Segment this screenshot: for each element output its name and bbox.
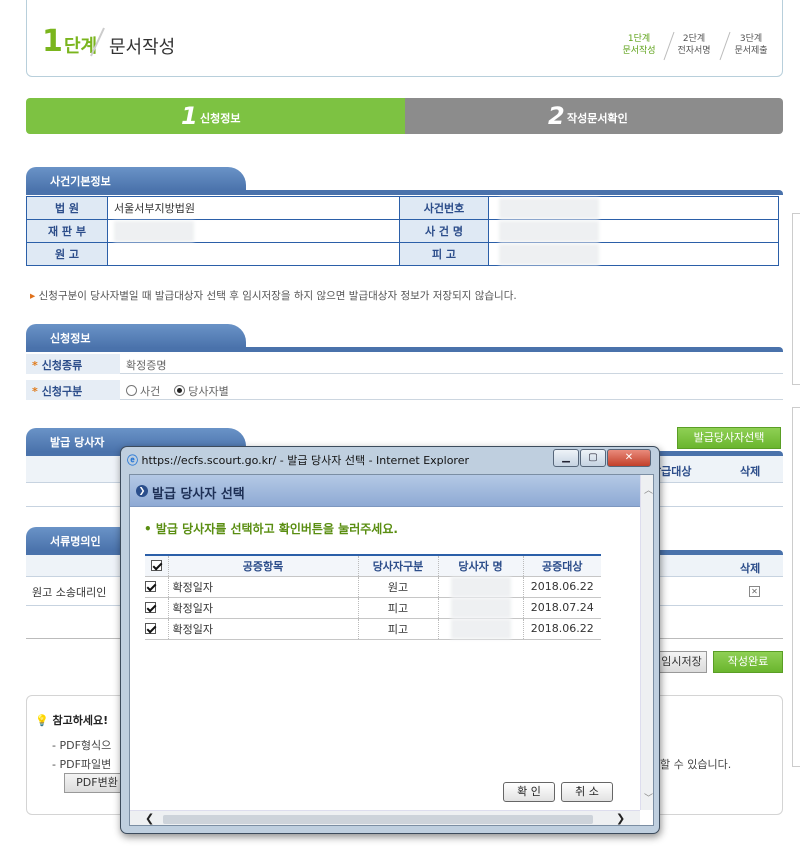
ie-icon: ⓔ xyxy=(127,454,138,467)
step-indicator-3: 3단계 문서제출 xyxy=(734,34,768,56)
row-application-type: * 신청종류 확정증명 xyxy=(26,354,783,374)
reference-tail: 할 수 있습니다. xyxy=(660,758,732,771)
required-icon: * xyxy=(32,385,38,398)
case-name-label: 사 건 명 xyxy=(399,219,489,243)
temp-save-button[interactable]: 임시저장 xyxy=(656,651,707,673)
court-label: 법 원 xyxy=(26,196,108,220)
table-row: 확정일자 원고 2018.06.22 xyxy=(145,575,601,598)
scroll-thumb xyxy=(163,815,593,824)
division-value xyxy=(107,219,400,243)
cancel-button[interactable]: 취 소 xyxy=(561,782,613,802)
lightbulb-icon: 💡 xyxy=(35,714,49,727)
section-application: 신청정보 xyxy=(26,324,246,348)
vertical-scrollbar[interactable]: ︿ ﹀ xyxy=(640,475,654,810)
section-case-info: 사건기본정보 xyxy=(26,167,246,191)
page-scrollbar[interactable] xyxy=(792,407,800,767)
popup-window: ⓔ https://ecfs.scourt.go.kr/ - 발급 당사자 선택… xyxy=(120,446,660,834)
col-party-name: 당사자 명 xyxy=(438,554,524,577)
case-info-table: 법 원 서울서부지방법원 사건번호 재 판 부 사 건 명 원 고 피 고 xyxy=(26,196,779,266)
row-checkbox[interactable] xyxy=(145,617,169,640)
section-line xyxy=(26,347,783,352)
division-label: 재 판 부 xyxy=(26,219,108,243)
close-button[interactable]: ✕ xyxy=(607,449,651,467)
reference-line-2: - PDF파일변 xyxy=(52,758,112,771)
step-indicator-2: 2단계 전자서명 xyxy=(677,34,711,56)
radio-party[interactable]: 당사자별 xyxy=(174,385,229,398)
scroll-right-icon: ❯ xyxy=(616,812,626,825)
tab-document-review[interactable]: 2 작성문서확인 xyxy=(405,98,783,134)
select-all-checkbox[interactable] xyxy=(145,554,169,577)
plaintiff-label: 원 고 xyxy=(26,242,108,266)
step-slash-icon xyxy=(90,27,105,57)
defendant-value xyxy=(488,242,779,266)
row-checkbox[interactable] xyxy=(145,575,169,598)
step-number: 1 xyxy=(42,24,63,59)
required-icon: * xyxy=(32,359,38,372)
reference-line-1: - PDF형식으 xyxy=(52,739,112,752)
col-party-type: 당사자구분 xyxy=(358,554,439,577)
scroll-down-icon: ﹀ xyxy=(644,794,654,804)
popup-instruction: • 발급 당사자를 선택하고 확인버튼을 눌러주세요. xyxy=(144,522,398,536)
application-type-value: 확정증명 xyxy=(126,359,167,372)
reference-title: 💡 참고하세요! xyxy=(35,714,109,727)
party-name-value xyxy=(438,596,524,619)
popup-body: ❯ 발급 당사자 선택 • 발급 당사자를 선택하고 확인버튼을 눌러주세요. … xyxy=(129,474,654,826)
row-checkbox[interactable] xyxy=(145,596,169,619)
defendant-label: 피 고 xyxy=(399,242,489,266)
plaintiff-value xyxy=(107,242,400,266)
scroll-up-icon: ︿ xyxy=(644,486,654,496)
maximize-button[interactable]: ▢ xyxy=(580,449,606,467)
arrow-icon: ▸ xyxy=(30,290,36,302)
table-row: 확정일자 피고 2018.06.22 xyxy=(145,617,601,640)
row-application-category: * 신청구분 사건 당사자별 xyxy=(26,380,783,400)
horizontal-scrollbar[interactable]: ❮ ❯ xyxy=(130,810,640,825)
section-line xyxy=(26,190,783,195)
popup-window-title: ⓔ https://ecfs.scourt.go.kr/ - 발급 당사자 선택… xyxy=(127,454,470,467)
tab-application-info[interactable]: 1 신청정보 xyxy=(26,98,405,134)
delete-icon[interactable]: ✕ xyxy=(749,586,760,597)
case-name-value xyxy=(488,219,779,243)
step-indicator-1: 1단계 문서작성 xyxy=(622,34,656,56)
party-table: 공증항목 당사자구분 당사자 명 공증대상 확정일자 원고 2018.06.22… xyxy=(145,554,601,640)
party-name-value xyxy=(438,617,524,640)
page-title: 문서작성 xyxy=(109,37,176,58)
col-target: 공증대상 xyxy=(523,554,601,577)
ok-button[interactable]: 확 인 xyxy=(503,782,555,802)
party-name-value xyxy=(438,575,524,598)
popup-title: 발급 당사자 선택 xyxy=(152,487,245,502)
docs-row-text: 원고 소송대리인 xyxy=(32,586,107,599)
table-row: 확정일자 피고 2018.07.24 xyxy=(145,596,601,619)
chevron-right-icon: ❯ xyxy=(136,485,148,497)
page-scrollbar[interactable] xyxy=(792,213,800,385)
popup-header: ❯ 발급 당사자 선택 xyxy=(130,475,640,507)
minimize-button[interactable]: ▁ xyxy=(553,449,579,467)
select-party-button[interactable]: 발급당사자선택 xyxy=(677,427,781,449)
complete-button[interactable]: 작성완료 xyxy=(713,651,783,673)
scroll-left-icon: ❮ xyxy=(145,812,155,825)
col-item: 공증항목 xyxy=(168,554,359,577)
notice-text: ▸ 신청구분이 당사자별일 때 발급대상자 선택 후 임시저장을 하지 않으면 … xyxy=(30,290,517,302)
radio-case[interactable]: 사건 xyxy=(126,385,160,398)
case-no-label: 사건번호 xyxy=(399,196,489,220)
case-no-value xyxy=(488,196,779,220)
court-value: 서울서부지방법원 xyxy=(107,196,400,220)
